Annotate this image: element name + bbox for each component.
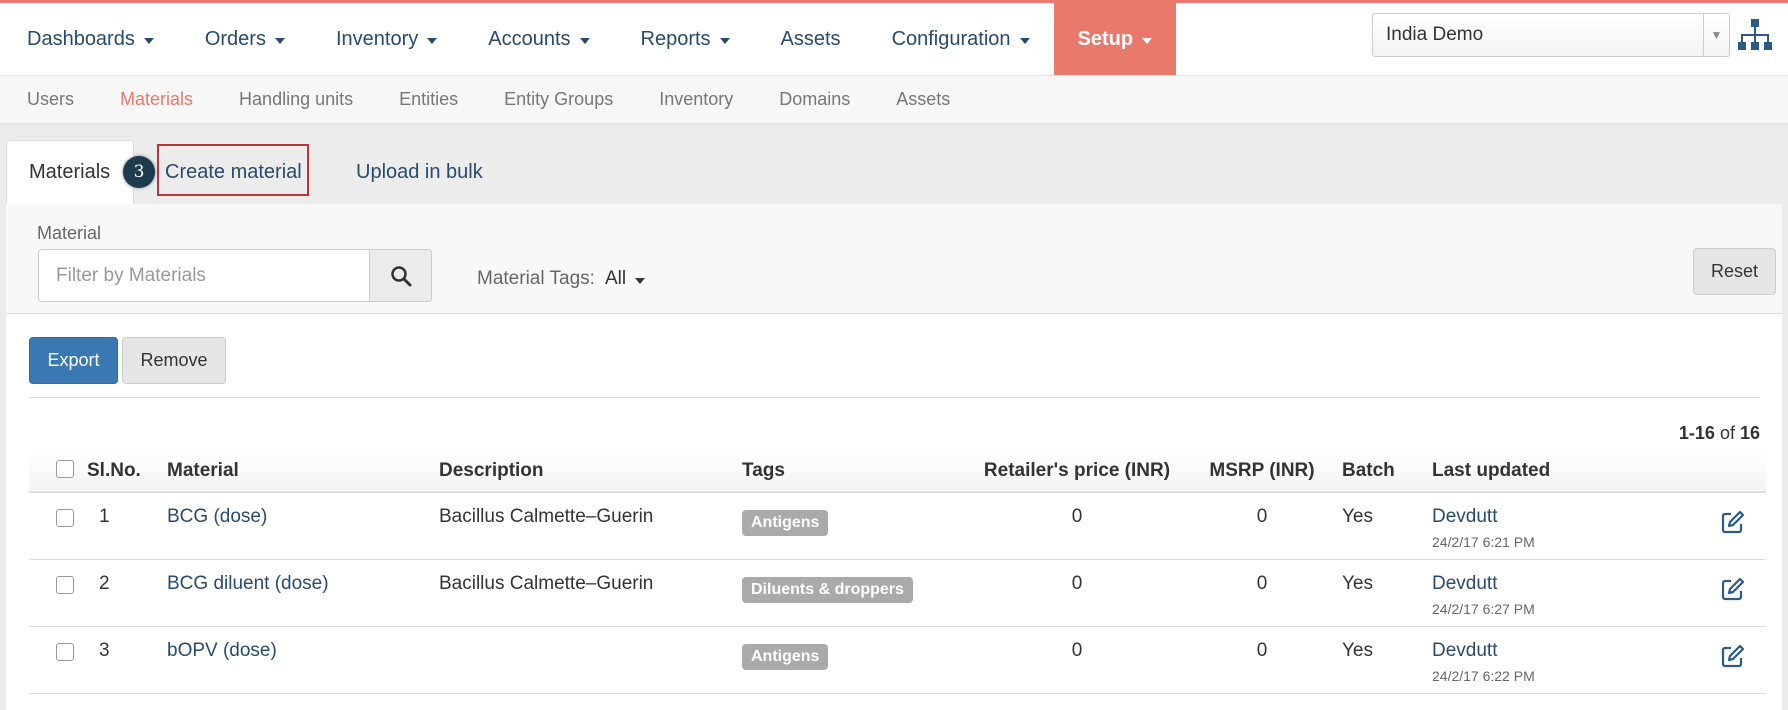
chevron-down-icon xyxy=(143,37,154,44)
header-batch: Batch xyxy=(1342,460,1395,481)
subnav-item-users[interactable]: Users xyxy=(27,89,74,110)
main-content: Material Material Tags: All Reset Export… xyxy=(0,204,1788,710)
header-description: Description xyxy=(439,460,544,481)
row-slno: 1 xyxy=(99,506,110,527)
edit-icon[interactable] xyxy=(1720,643,1746,669)
updated-timestamp: 24/2/17 6:21 PM xyxy=(1432,534,1535,550)
chevron-down-icon xyxy=(579,37,590,44)
filter-label: Material xyxy=(37,223,102,243)
chevron-down-icon xyxy=(635,277,646,284)
nav-accounts[interactable]: Accounts xyxy=(461,3,613,75)
row-checkbox[interactable] xyxy=(56,575,74,594)
nav-orders[interactable]: Orders xyxy=(178,3,309,75)
header-msrp: MSRP (INR) xyxy=(1209,460,1315,481)
divider xyxy=(29,397,1760,398)
header-slno: Sl.No. xyxy=(87,460,141,481)
material-link[interactable]: bOPV (dose) xyxy=(167,640,277,661)
row-slno: 2 xyxy=(99,572,110,594)
row-retailer-price: 0 xyxy=(1071,506,1083,527)
row-batch: Yes xyxy=(1342,639,1373,661)
domain-select-value: India Demo xyxy=(1386,24,1484,45)
material-link[interactable]: BCG diluent (dose) xyxy=(167,573,329,594)
top-navigation: Dashboards Orders Inventory Accounts Rep… xyxy=(0,3,1788,76)
updated-timestamp: 24/2/17 6:22 PM xyxy=(1432,667,1535,684)
updated-by-link[interactable]: Devdutt xyxy=(1432,640,1606,662)
pagination-info: 1-16 of 16 xyxy=(1678,423,1760,443)
material-tags-dropdown[interactable]: All xyxy=(605,268,646,290)
edit-icon[interactable] xyxy=(1720,509,1746,535)
nav-assets[interactable]: Assets xyxy=(754,3,865,75)
subnav-item-domains[interactable]: Domains xyxy=(779,89,850,110)
material-tags-label: Material Tags: xyxy=(477,268,595,289)
subnav-item-entities[interactable]: Entities xyxy=(399,89,458,110)
row-retailer-price: 0 xyxy=(1071,639,1083,661)
tag-badge: Antigens xyxy=(742,510,829,536)
header-material: Material xyxy=(167,460,239,481)
row-msrp: 0 xyxy=(1256,572,1268,594)
tabs-bar: Materials Create material Upload in bulk… xyxy=(0,124,1788,204)
domain-select[interactable]: India Demo ▼ xyxy=(1372,13,1730,57)
subnav-item-materials[interactable]: Materials xyxy=(120,89,193,110)
search-group xyxy=(38,249,432,302)
row-slno: 3 xyxy=(99,639,110,661)
updated-by-link[interactable]: Devdutt xyxy=(1432,506,1606,528)
table-header-row: Sl.No. Material Description Tags Retaile… xyxy=(29,451,1766,492)
subnav-item-inventory[interactable]: Inventory xyxy=(659,89,733,110)
row-description xyxy=(439,626,742,693)
subnav-item-assets[interactable]: Assets xyxy=(896,89,950,110)
material-tags-filter: Material Tags: All xyxy=(477,268,646,290)
nav-inventory[interactable]: Inventory xyxy=(309,3,461,75)
step-badge: 3 xyxy=(123,156,155,188)
table-row: 3 bOPV (dose) Antigens 0 0 Yes Devdutt 24… xyxy=(29,626,1766,693)
row-batch: Yes xyxy=(1342,506,1373,527)
updated-timestamp: 24/2/17 6:27 PM xyxy=(1432,600,1535,617)
chevron-down-icon xyxy=(1142,37,1153,44)
updated-by-link[interactable]: Devdutt xyxy=(1432,573,1606,595)
select-arrow-icon: ▼ xyxy=(1703,14,1729,56)
tab-materials[interactable]: Materials xyxy=(6,140,134,204)
row-retailer-price: 0 xyxy=(1071,572,1083,594)
nav-setup[interactable]: Setup xyxy=(1053,3,1177,75)
chevron-down-icon xyxy=(1019,37,1030,44)
header-tags: Tags xyxy=(742,460,785,481)
search-button[interactable] xyxy=(370,249,432,302)
remove-button[interactable]: Remove xyxy=(122,337,226,384)
chevron-down-icon xyxy=(719,37,730,44)
nav-dashboards[interactable]: Dashboards xyxy=(0,3,178,75)
tag-badge: Antigens xyxy=(742,643,829,670)
row-description: Bacillus Calmette–Guerin xyxy=(439,572,654,594)
sub-navigation: Users Materials Handling units Entities … xyxy=(0,76,1788,124)
header-last-updated: Last updated xyxy=(1432,460,1551,481)
nav-configuration[interactable]: Configuration xyxy=(865,3,1054,75)
row-msrp: 0 xyxy=(1256,639,1268,661)
chevron-down-icon xyxy=(274,37,285,44)
row-msrp: 0 xyxy=(1256,506,1268,527)
materials-table: Sl.No. Material Description Tags Retaile… xyxy=(29,451,1766,694)
material-link[interactable]: BCG (dose) xyxy=(167,506,267,527)
action-buttons: Export Remove xyxy=(29,337,226,384)
nav-reports[interactable]: Reports xyxy=(614,3,754,75)
subnav-item-handling-units[interactable]: Handling units xyxy=(239,89,353,110)
row-description: Bacillus Calmette–Guerin xyxy=(439,506,654,527)
export-button[interactable]: Export xyxy=(29,337,118,384)
edit-icon[interactable] xyxy=(1720,576,1746,602)
tag-badge: Diluents & droppers xyxy=(742,576,913,603)
row-batch: Yes xyxy=(1342,572,1373,594)
row-checkbox[interactable] xyxy=(56,509,74,527)
row-checkbox[interactable] xyxy=(56,642,74,661)
search-icon xyxy=(390,265,411,286)
tab-upload-in-bulk[interactable]: Upload in bulk xyxy=(356,140,483,204)
select-all-checkbox[interactable] xyxy=(56,460,74,478)
tab-create-material[interactable]: Create material xyxy=(165,140,302,204)
chevron-down-icon xyxy=(427,37,438,44)
table-row: 1 BCG (dose) Bacillus Calmette–Guerin An… xyxy=(29,492,1766,559)
search-input[interactable] xyxy=(38,249,370,302)
header-retailer-price: Retailer's price (INR) xyxy=(983,460,1171,481)
hierarchy-icon[interactable] xyxy=(1738,17,1772,53)
subnav-item-entity-groups[interactable]: Entity Groups xyxy=(504,89,613,110)
reset-button[interactable]: Reset xyxy=(1693,248,1776,295)
filter-panel: Material Material Tags: All Reset xyxy=(6,204,1782,314)
table-row: 2 BCG diluent (dose) Bacillus Calmette–G… xyxy=(29,559,1766,626)
